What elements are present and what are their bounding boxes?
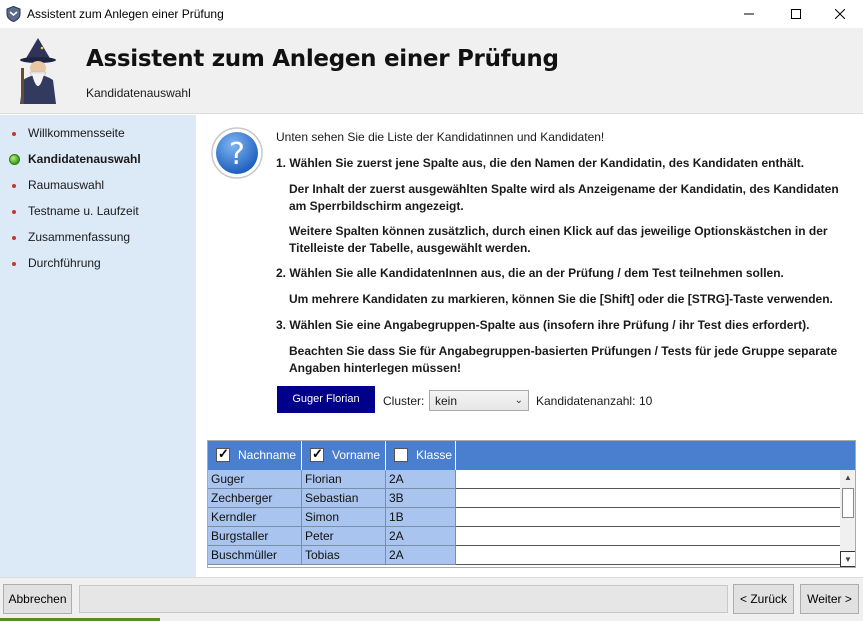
cell-nachname: Zechberger [208, 489, 302, 508]
cell-filler [456, 527, 840, 546]
bullet-icon [12, 132, 16, 136]
shield-app-icon [6, 6, 21, 22]
cell-filler [456, 546, 840, 565]
wizard-header: Assistent zum Anlegen einer Prüfung Kand… [0, 28, 863, 114]
scroll-down-icon[interactable]: ▼ [840, 551, 855, 567]
column-header-label: Vorname [332, 448, 381, 462]
cell-vorname: Peter [302, 527, 386, 546]
column-header-label: Klasse [416, 448, 453, 462]
cell-vorname: Sebastian [302, 489, 386, 508]
active-step-icon [9, 154, 20, 165]
candidate-count-label: Kandidatenanzahl: [536, 394, 636, 408]
sidebar-item-durchfuehrung[interactable]: Durchführung [0, 256, 196, 274]
chevron-down-icon: ⌄ [514, 395, 523, 406]
scroll-up-icon[interactable]: ▲ [840, 470, 855, 486]
minimize-icon [744, 13, 754, 15]
instruction-step-1-note-1: Der Inhalt der zuerst ausgewählten Spalt… [289, 182, 839, 213]
cell-klasse: 3B [386, 489, 456, 508]
sidebar-item-label: Willkommensseite [28, 126, 125, 140]
cluster-label: Cluster: [383, 394, 425, 408]
maximize-button[interactable] [773, 0, 819, 28]
instruction-step-1: 1. Wählen Sie zuerst jene Spalte aus, di… [276, 156, 805, 170]
question-icon: ? [211, 127, 263, 179]
table-scrollbar[interactable]: ▲ ▼ [840, 470, 855, 567]
maximize-icon [791, 9, 801, 19]
sidebar-item-label: Testname u. Laufzeit [28, 204, 139, 218]
candidates-table: ✓ Nachname ✓ Vorname Klasse Guger Floria… [207, 440, 856, 568]
selected-candidate-button[interactable]: Guger Florian [277, 386, 375, 413]
cell-klasse: 1B [386, 508, 456, 527]
cell-nachname: Burgstaller [208, 527, 302, 546]
table-row[interactable]: Burgstaller Peter 2A [208, 527, 840, 546]
scrollbar-thumb[interactable] [842, 488, 854, 518]
title-bar: Assistent zum Anlegen einer Prüfung [0, 0, 863, 28]
checkmark-icon: ✓ [312, 446, 323, 461]
column-header-nachname[interactable]: ✓ Nachname [208, 441, 302, 470]
bullet-icon [12, 184, 16, 188]
table-row[interactable]: Buschmüller Tobias 2A [208, 546, 840, 565]
sidebar-item-zusammenfassung[interactable]: Zusammenfassung [0, 230, 196, 248]
column-header-vorname[interactable]: ✓ Vorname [302, 441, 386, 470]
cell-filler [456, 470, 840, 489]
cell-klasse: 2A [386, 546, 456, 565]
bullet-icon [12, 236, 16, 240]
cluster-select[interactable]: kein ⌄ [429, 390, 529, 411]
cell-vorname: Florian [302, 470, 386, 489]
wizard-steps-sidebar: Willkommensseite Kandidatenauswahl Rauma… [0, 115, 196, 577]
header-subtitle: Kandidatenauswahl [86, 86, 191, 100]
footer-bar: Abbrechen < Zurück Weiter > [0, 577, 863, 621]
checkmark-icon: ✓ [218, 446, 229, 461]
sidebar-item-raumauswahl[interactable]: Raumauswahl [0, 178, 196, 196]
bullet-icon [12, 262, 16, 266]
cell-vorname: Simon [302, 508, 386, 527]
close-icon [835, 9, 845, 19]
minimize-button[interactable] [726, 0, 772, 28]
cell-nachname: Kerndler [208, 508, 302, 527]
header-title: Assistent zum Anlegen einer Prüfung [86, 46, 559, 72]
table-row[interactable]: Guger Florian 2A [208, 470, 840, 489]
sidebar-item-label: Raumauswahl [28, 178, 105, 192]
cluster-select-value: kein [435, 394, 458, 408]
intro-text: Unten sehen Sie die Liste der Kandidatin… [276, 130, 605, 144]
cell-filler [456, 489, 840, 508]
table-row[interactable]: Zechberger Sebastian 3B [208, 489, 840, 508]
next-button[interactable]: Weiter > [800, 584, 859, 614]
cell-nachname: Buschmüller [208, 546, 302, 565]
column-checkbox-vorname[interactable]: ✓ [310, 446, 324, 462]
cell-filler [456, 508, 840, 527]
svg-text:?: ? [229, 137, 245, 172]
cell-klasse: 2A [386, 470, 456, 489]
window-title: Assistent zum Anlegen einer Prüfung [27, 7, 224, 21]
sidebar-item-testname[interactable]: Testname u. Laufzeit [0, 204, 196, 222]
instruction-step-1-note-2: Weitere Spalten können zusätzlich, durch… [289, 224, 828, 255]
candidate-count-value: 10 [639, 394, 653, 408]
sidebar-item-willkommensseite[interactable]: Willkommensseite [0, 126, 196, 144]
sidebar-item-label: Zusammenfassung [28, 230, 131, 244]
sidebar-item-label: Durchführung [28, 256, 101, 270]
cancel-button[interactable]: Abbrechen [3, 584, 72, 614]
cell-nachname: Guger [208, 470, 302, 489]
status-field [79, 585, 728, 613]
instruction-step-2-note: Um mehrere Kandidaten zu markieren, könn… [289, 292, 833, 306]
bullet-icon [12, 210, 16, 214]
sidebar-item-label: Kandidatenauswahl [28, 152, 141, 166]
close-button[interactable] [817, 0, 863, 28]
table-header: ✓ Nachname ✓ Vorname Klasse [208, 441, 855, 470]
column-header-klasse[interactable]: Klasse [386, 441, 456, 470]
column-checkbox-nachname[interactable]: ✓ [216, 446, 230, 462]
table-row[interactable]: Kerndler Simon 1B [208, 508, 840, 527]
sidebar-item-kandidatenauswahl[interactable]: Kandidatenauswahl [0, 152, 196, 170]
wizard-icon [20, 38, 56, 104]
column-header-label: Nachname [238, 448, 297, 462]
instruction-step-2: 2. Wählen Sie alle KandidatenInnen aus, … [276, 266, 784, 280]
column-checkbox-klasse[interactable] [394, 448, 408, 462]
instruction-step-3: 3. Wählen Sie eine Angabegruppen-Spalte … [276, 318, 810, 332]
cell-vorname: Tobias [302, 546, 386, 565]
back-button[interactable]: < Zurück [733, 584, 794, 614]
instruction-step-3-note: Beachten Sie dass Sie für Angabegruppen-… [289, 344, 838, 375]
cell-klasse: 2A [386, 527, 456, 546]
